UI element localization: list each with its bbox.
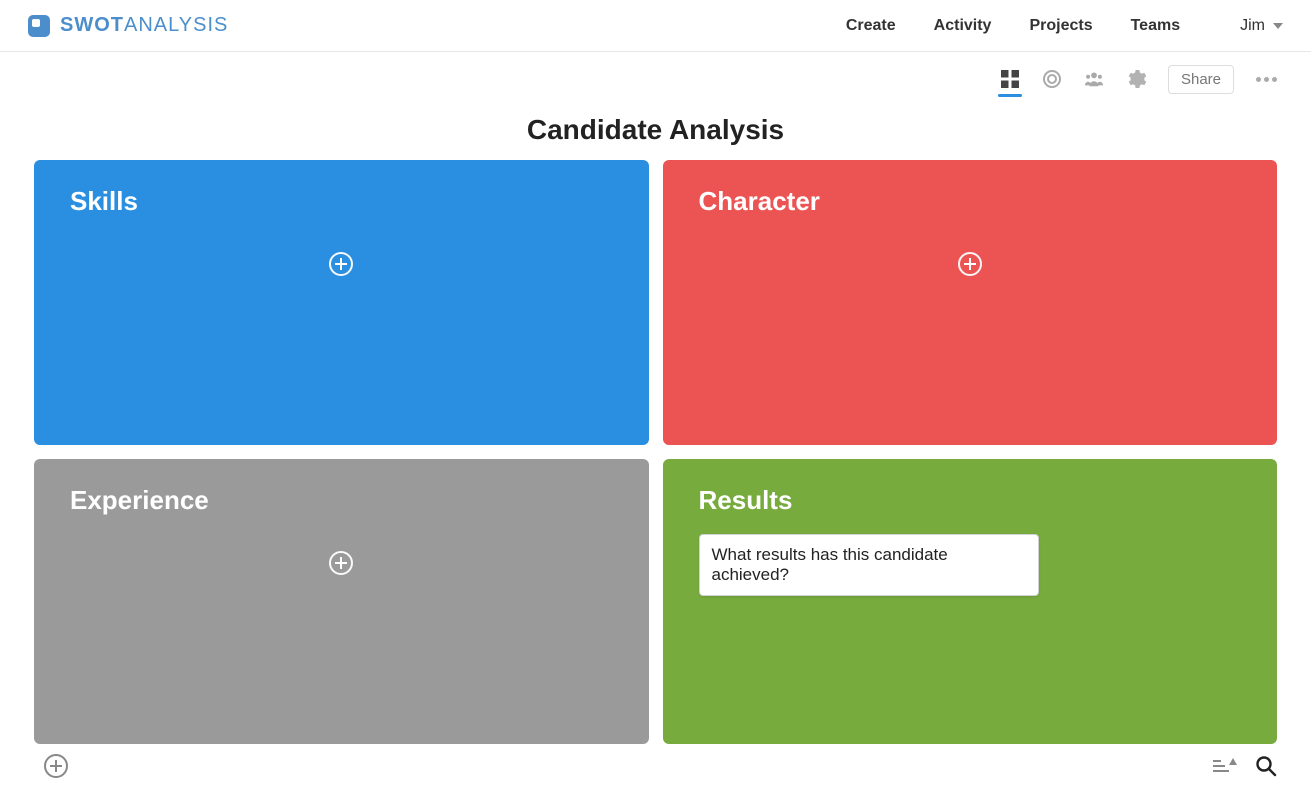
user-name: Jim: [1240, 17, 1265, 35]
quadrant-skills: Skills: [34, 160, 649, 445]
app-header: SWOTANALYSIS Create Activity Projects Te…: [0, 0, 1311, 52]
add-quadrant-button[interactable]: [44, 754, 68, 778]
quadrant-experience-title: Experience: [70, 485, 615, 516]
share-button[interactable]: Share: [1168, 65, 1234, 94]
nav-projects[interactable]: Projects: [1029, 17, 1092, 35]
add-skill-button[interactable]: [329, 252, 353, 276]
grid-view-icon[interactable]: [1000, 69, 1020, 89]
add-experience-button[interactable]: [329, 551, 353, 575]
brand-text-light: ANALYSIS: [124, 14, 228, 36]
target-icon[interactable]: [1042, 69, 1062, 89]
nav-teams[interactable]: Teams: [1131, 17, 1181, 35]
team-icon[interactable]: [1084, 69, 1104, 89]
chevron-down-icon: [1273, 23, 1283, 29]
quadrant-character-title: Character: [699, 186, 1244, 217]
more-menu-icon[interactable]: [1256, 77, 1277, 82]
brand-logo-icon: [28, 15, 50, 37]
user-menu[interactable]: Jim: [1240, 17, 1283, 35]
brand-text-strong: SWOT: [60, 14, 124, 36]
brand-text: SWOTANALYSIS: [60, 14, 228, 37]
view-toolbar: Share: [0, 52, 1311, 96]
add-character-button[interactable]: [958, 252, 982, 276]
quadrant-results-title: Results: [699, 485, 1244, 516]
swot-grid: Skills Character Experience Results What…: [0, 160, 1311, 744]
results-note-card[interactable]: What results has this candidate achieved…: [699, 534, 1039, 596]
quadrant-character: Character: [663, 160, 1278, 445]
quadrant-skills-title: Skills: [70, 186, 615, 217]
search-icon[interactable]: [1255, 755, 1277, 777]
nav-activity[interactable]: Activity: [934, 17, 992, 35]
quadrant-results: Results What results has this candidate …: [663, 459, 1278, 744]
brand[interactable]: SWOTANALYSIS: [28, 14, 228, 37]
quadrant-experience: Experience: [34, 459, 649, 744]
page-title: Candidate Analysis: [0, 114, 1311, 146]
main-nav: Create Activity Projects Teams: [846, 17, 1180, 35]
sort-icon[interactable]: [1213, 760, 1229, 772]
footer-bar: [0, 744, 1311, 792]
nav-create[interactable]: Create: [846, 17, 896, 35]
gear-icon[interactable]: [1126, 69, 1146, 89]
